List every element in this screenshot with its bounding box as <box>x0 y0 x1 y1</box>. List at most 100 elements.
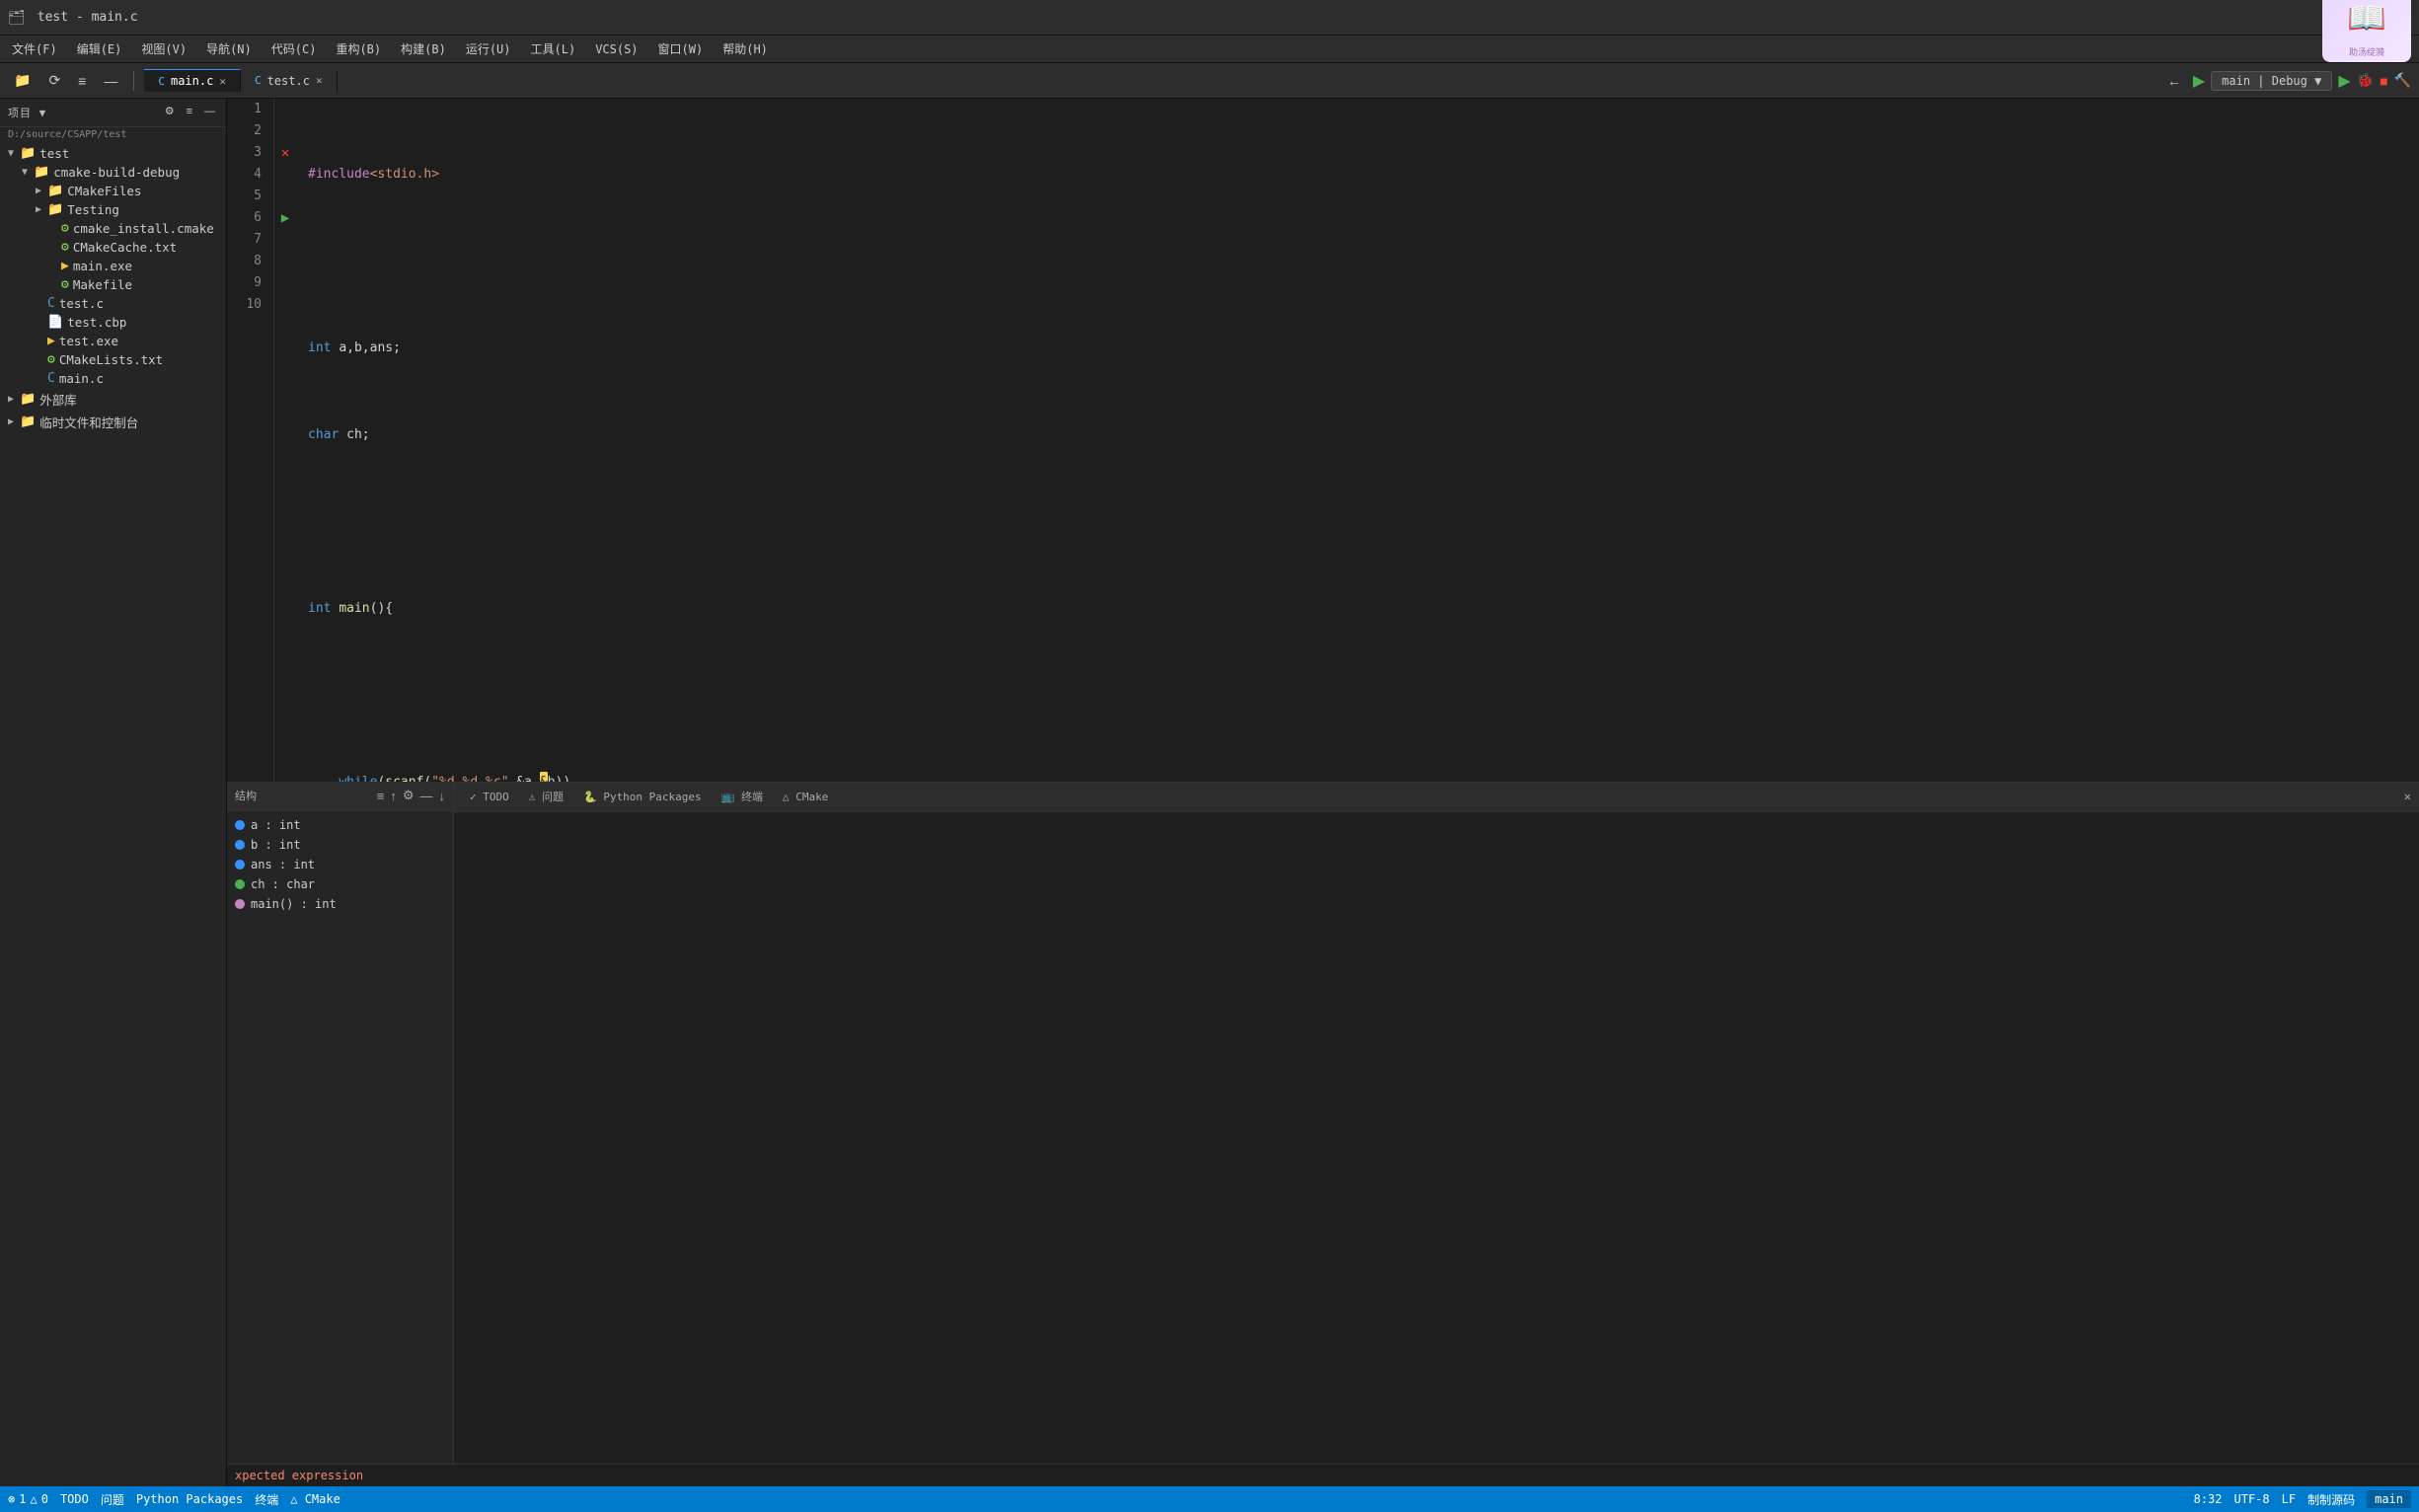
status-terminal[interactable]: 终端 <box>255 1491 278 1508</box>
status-position[interactable]: 8:32 <box>2194 1492 2223 1506</box>
bottom-tab-terminal[interactable]: 📺 终端 <box>714 789 771 804</box>
struct-item-main[interactable]: main() : int <box>227 894 453 914</box>
tab-main-c-label: C <box>158 75 165 88</box>
tab-test-c[interactable]: C test.c ✕ <box>241 70 338 92</box>
sidebar-item-cmakelists[interactable]: ▶ ⚙ CMakeLists.txt <box>0 350 226 369</box>
status-file-type[interactable]: 制制源码 <box>2307 1491 2355 1508</box>
sidebar-item-testing[interactable]: ▶ 📁 Testing <box>0 200 226 219</box>
bottom-tab-problems[interactable]: ⚠ 问题 <box>521 789 571 804</box>
toolbar-minus-btn[interactable]: — <box>98 71 123 91</box>
file-icon-test-cbp: 📄 <box>47 315 63 330</box>
status-bar: ⊗ 1 △ 0 TODO 问题 Python Packages 终端 △ CMa… <box>0 1486 2419 1512</box>
run-config-selector[interactable]: main | Debug ▼ <box>2211 71 2332 91</box>
file-icon-main-exe: ▶ <box>61 259 69 273</box>
menu-refactor[interactable]: 重构(B) <box>328 38 389 59</box>
structure-btn-4[interactable]: — <box>420 789 433 803</box>
menu-tools[interactable]: 工具(L) <box>523 38 584 59</box>
debug-button[interactable]: 🐞 <box>2357 72 2374 89</box>
sidebar-item-cmake-build-debug[interactable]: ▼ 📁 cmake-build-debug <box>0 163 226 182</box>
preprocessor-include: #include <box>308 164 370 186</box>
status-cmake[interactable]: △ CMake <box>290 1492 340 1506</box>
tree-arrow-test: ▼ <box>4 148 18 159</box>
structure-btn-2[interactable]: ↑ <box>390 789 397 803</box>
struct-dot-ans <box>235 860 245 869</box>
status-line-ending[interactable]: LF <box>2282 1492 2296 1506</box>
sidebar-expand-btn[interactable]: ≡ <box>184 106 195 117</box>
structure-btn-3[interactable]: ⚙ <box>403 788 415 803</box>
toolbar-sync-btn[interactable]: ⟳ <box>42 70 66 91</box>
bottom-panel-close-btn[interactable]: ✕ <box>2404 790 2411 803</box>
menu-file[interactable]: 文件(F) <box>4 38 65 59</box>
sidebar-item-main-c[interactable]: ▶ C main.c <box>0 369 226 388</box>
tree-label-cmake: cmake-build-debug <box>53 165 180 180</box>
bottom-tab-cmake[interactable]: △ CMake <box>775 791 836 803</box>
menu-help[interactable]: 帮助(H) <box>715 38 776 59</box>
menu-edit[interactable]: 编辑(E) <box>69 38 130 59</box>
status-main[interactable]: main <box>2367 1490 2411 1508</box>
sidebar-item-cmake-install[interactable]: ▶ ⚙ cmake_install.cmake <box>0 219 226 238</box>
line-numbers: 1 2 3 4 5 6 7 8 9 10 <box>227 99 274 782</box>
toolbar-project-btn[interactable]: 📁 <box>8 70 37 91</box>
struct-item-b[interactable]: b : int <box>227 835 453 855</box>
run-button[interactable]: ▶ <box>2193 71 2205 91</box>
status-errors[interactable]: ⊗ 1 △ 0 <box>8 1492 48 1506</box>
code-container[interactable]: 1 2 3 4 5 6 7 8 9 10 ✕ <box>227 99 2419 782</box>
sidebar-item-test[interactable]: ▼ 📁 test <box>0 144 226 163</box>
tree-arrow-cmake: ▼ <box>18 167 32 178</box>
struct-item-ch[interactable]: ch : char <box>227 874 453 894</box>
file-icon-makefile: ⚙ <box>61 277 69 292</box>
sidebar-item-test-cbp[interactable]: ▶ 📄 test.cbp <box>0 313 226 332</box>
sidebar-minus-btn[interactable]: — <box>201 106 218 117</box>
menu-code[interactable]: 代码(C) <box>264 38 325 59</box>
bottom-tab-todo[interactable]: ✓ TODO <box>462 791 517 803</box>
var-a: a,b,ans; <box>339 338 401 359</box>
menu-nav[interactable]: 导航(N) <box>198 38 260 59</box>
sidebar-settings-btn[interactable]: ⚙ <box>162 105 178 117</box>
toolbar-collapse-btn[interactable]: ≡ <box>72 71 92 91</box>
back-btn[interactable]: ← <box>2161 71 2187 91</box>
tab-main-c-close[interactable]: ✕ <box>219 75 226 88</box>
tab-test-c-close[interactable]: ✕ <box>316 74 323 87</box>
status-python-packages[interactable]: Python Packages <box>136 1492 243 1506</box>
struct-item-a[interactable]: a : int <box>227 815 453 835</box>
struct-label-ans: ans : int <box>251 858 315 871</box>
struct-label-a: a : int <box>251 818 301 832</box>
code-editor[interactable]: #include<stdio.h> int a,b,ans; char ch; <box>296 99 2419 782</box>
struct-dot-a <box>235 820 245 830</box>
tree-arrow-external: ▶ <box>4 394 18 405</box>
status-todo[interactable]: TODO <box>60 1492 89 1506</box>
struct-item-ans[interactable]: ans : int <box>227 855 453 874</box>
run-green-btn[interactable]: ▶ <box>2338 71 2350 91</box>
tree-label-makefile: Makefile <box>73 277 132 292</box>
sidebar-item-cmakecache[interactable]: ▶ ⚙ CMakeCache.txt <box>0 238 226 257</box>
tree-label-testing: Testing <box>67 202 119 217</box>
str-format: "%d %d %c" <box>431 772 508 782</box>
title-bar-left: 🗂 test - main.c <box>8 10 2322 26</box>
menu-vcs[interactable]: VCS(S) <box>587 40 645 58</box>
stop-button[interactable]: ■ <box>2380 73 2387 89</box>
sidebar-item-test-exe[interactable]: ▶ ▶ test.exe <box>0 332 226 350</box>
status-encoding[interactable]: UTF-8 <box>2234 1492 2270 1506</box>
menu-build[interactable]: 构建(B) <box>393 38 454 59</box>
cursor-pos: & <box>540 772 548 782</box>
sidebar-item-test-c[interactable]: ▶ C test.c <box>0 294 226 313</box>
build-button[interactable]: 🔨 <box>2394 72 2411 89</box>
tree-label-cmake-install: cmake_install.cmake <box>73 221 214 236</box>
menu-run[interactable]: 运行(U) <box>458 38 519 59</box>
sidebar-item-scratch[interactable]: ▶ 📁 临时文件和控制台 <box>0 411 226 433</box>
fn-scanf: scanf <box>385 772 423 782</box>
status-problems[interactable]: 问题 <box>101 1491 124 1508</box>
folder-icon-external: 📁 <box>20 392 36 407</box>
sidebar-item-makefile[interactable]: ▶ ⚙ Makefile <box>0 275 226 294</box>
sidebar-item-main-exe[interactable]: ▶ ▶ main.exe <box>0 257 226 275</box>
tab-main-c-name: main.c <box>171 74 213 88</box>
structure-btn-5[interactable]: ↓ <box>439 789 446 803</box>
sidebar-item-cmakefiles[interactable]: ▶ 📁 CMakeFiles <box>0 182 226 200</box>
tab-main-c[interactable]: C main.c ✕ <box>144 69 241 92</box>
structure-btn-1[interactable]: ≡ <box>377 789 385 803</box>
menu-view[interactable]: 视图(V) <box>133 38 194 59</box>
sidebar-title: 项目 ▼ <box>8 107 46 119</box>
menu-window[interactable]: 窗口(W) <box>650 38 712 59</box>
bottom-tab-python-packages[interactable]: 🐍 Python Packages <box>575 791 710 803</box>
sidebar-item-external-libs[interactable]: ▶ 📁 外部库 <box>0 388 226 411</box>
